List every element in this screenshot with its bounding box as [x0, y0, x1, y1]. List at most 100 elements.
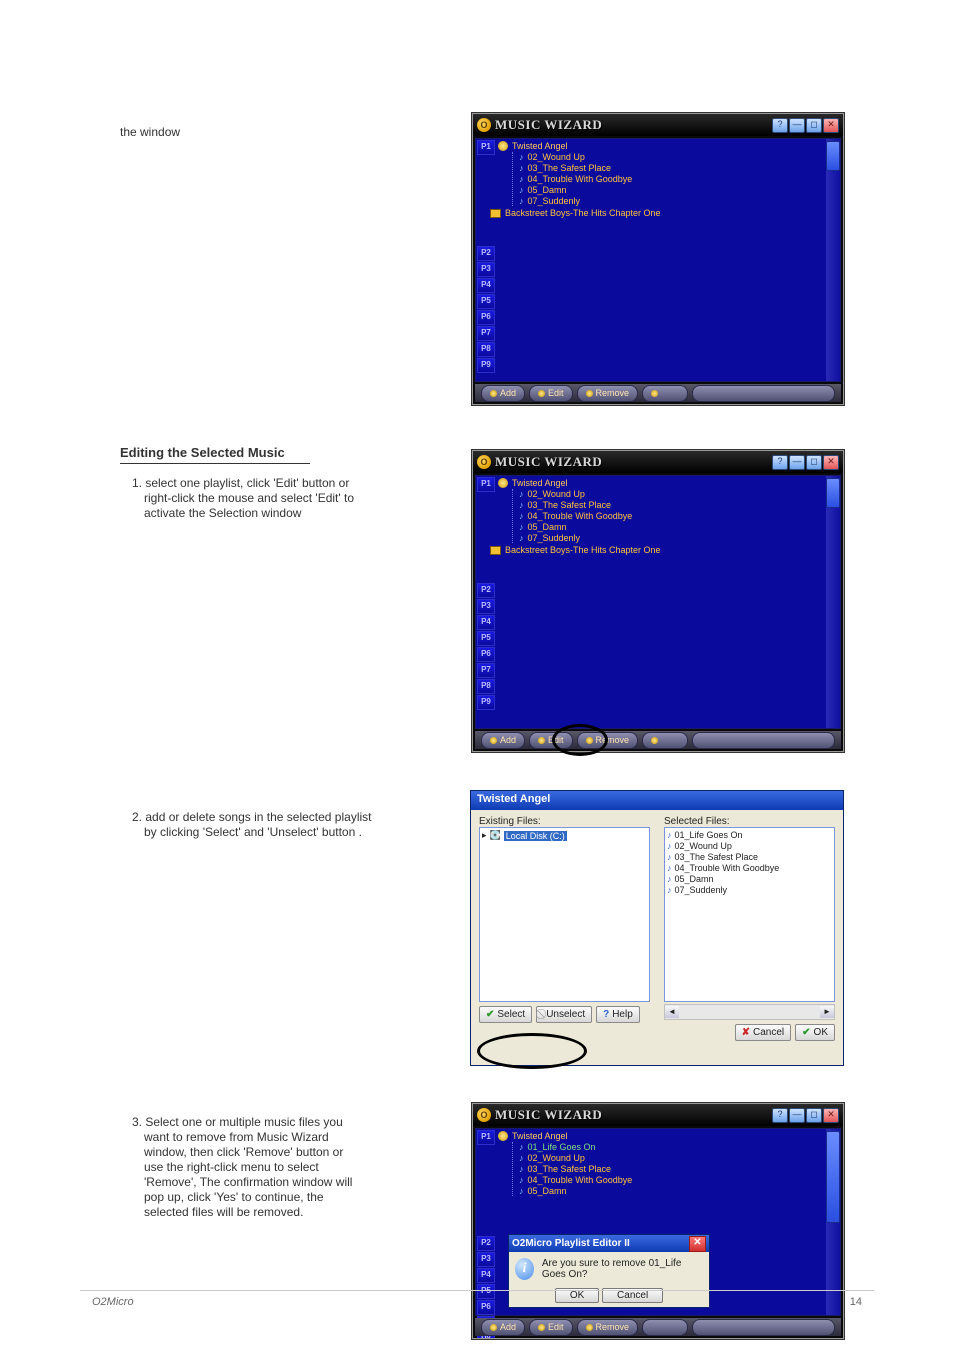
scrollbar[interactable]	[826, 1129, 840, 1315]
help-button[interactable]: ?	[772, 455, 788, 470]
slot-p5[interactable]: P5	[477, 294, 495, 309]
cancel-button[interactable]: ✘Cancel	[735, 1024, 792, 1041]
track-item[interactable]: ♪04_Trouble With Goodbye	[519, 511, 820, 521]
remove-button[interactable]: Remove	[577, 385, 639, 402]
ok-button[interactable]: ✔OK	[795, 1024, 835, 1041]
slot-p3[interactable]: P3	[477, 262, 495, 277]
minimize-button[interactable]: —	[789, 1108, 805, 1123]
add-button[interactable]: Add	[481, 1319, 525, 1336]
close-button[interactable]: ✕	[823, 118, 839, 133]
dot-icon	[651, 390, 658, 397]
h-scrollbar[interactable]: ◄ ►	[664, 1004, 835, 1020]
expand-icon[interactable]: ▸	[482, 830, 487, 841]
remove-button[interactable]: Remove	[577, 1319, 639, 1336]
other-album[interactable]: Backstreet Boys-The Hits Chapter One	[490, 545, 820, 555]
list-item[interactable]: ♪01_Life Goes On	[667, 830, 832, 840]
add-button[interactable]: Add	[481, 385, 525, 402]
edit-button[interactable]: Edit	[529, 732, 573, 749]
scrollbar-thumb[interactable]	[826, 1131, 840, 1223]
slot-p7[interactable]: P7	[477, 663, 495, 678]
note-icon: ♪	[519, 1175, 524, 1185]
track-item[interactable]: ♪03_The Safest Place	[519, 1164, 820, 1174]
track-label: 07_Suddenly	[528, 533, 581, 543]
remove-button[interactable]: Remove	[577, 732, 639, 749]
maximize-button[interactable]: ◻	[806, 118, 822, 133]
help-button[interactable]: ?Help	[596, 1006, 640, 1023]
edit-button[interactable]: Edit	[529, 385, 573, 402]
track-item[interactable]: ♪04_Trouble With Goodbye	[519, 1175, 820, 1185]
close-button[interactable]: ✕	[823, 1108, 839, 1123]
slot-p6[interactable]: P6	[477, 1300, 495, 1315]
note-icon: ♪	[519, 185, 524, 195]
toolbar: Add Edit Remove	[475, 384, 841, 402]
list-item[interactable]: ♪02_Wound Up	[667, 841, 832, 851]
slot-p7[interactable]: P7	[477, 326, 495, 341]
extra-button[interactable]	[642, 1319, 688, 1336]
slot-p5[interactable]: P5	[477, 1284, 495, 1299]
track-item[interactable]: ♪03_The Safest Place	[519, 163, 820, 173]
add-button[interactable]: Add	[481, 732, 525, 749]
track-item[interactable]: ♪02_Wound Up	[519, 489, 820, 499]
help-button[interactable]: ?	[772, 1108, 788, 1123]
track-item[interactable]: ♪07_Suddenly	[519, 196, 820, 206]
extra-button[interactable]	[642, 732, 688, 749]
close-button[interactable]: ✕	[823, 455, 839, 470]
slot-p1[interactable]: P1	[477, 140, 495, 155]
slot-p8[interactable]: P8	[477, 679, 495, 694]
maximize-button[interactable]: ◻	[806, 455, 822, 470]
scrollbar-thumb[interactable]	[826, 141, 840, 171]
track-item[interactable]: ♪05_Damn	[519, 185, 820, 195]
slot-p8[interactable]: P8	[477, 342, 495, 357]
list-item[interactable]: ♪03_The Safest Place	[667, 852, 832, 862]
slot-p4[interactable]: P4	[477, 615, 495, 630]
other-album[interactable]: Backstreet Boys-The Hits Chapter One	[490, 208, 820, 218]
playlist-root[interactable]: Twisted Angel	[498, 478, 820, 488]
slot-p5[interactable]: P5	[477, 631, 495, 646]
scrollbar[interactable]	[826, 139, 840, 381]
slot-p4[interactable]: P4	[477, 1268, 495, 1283]
slot-p9[interactable]: P9	[477, 695, 495, 710]
slot-p2[interactable]: P2	[477, 246, 495, 261]
edit-button[interactable]: Edit	[529, 1319, 573, 1336]
slot-p3[interactable]: P3	[477, 599, 495, 614]
slot-p1[interactable]: P1	[477, 1130, 495, 1145]
slot-p6[interactable]: P6	[477, 647, 495, 662]
scroll-left-icon[interactable]: ◄	[665, 1006, 679, 1018]
track-item[interactable]: ♪04_Trouble With Goodbye	[519, 174, 820, 184]
slot-p2[interactable]: P2	[477, 583, 495, 598]
slot-p4[interactable]: P4	[477, 278, 495, 293]
track-item[interactable]: ♪05_Damn	[519, 1186, 820, 1196]
slot-p9[interactable]: P9	[477, 358, 495, 373]
list-item[interactable]: ♪07_Suddenly	[667, 885, 832, 895]
list-item[interactable]: ♪05_Damn	[667, 874, 832, 884]
scrollbar-thumb[interactable]	[826, 478, 840, 508]
help-button[interactable]: ?	[772, 118, 788, 133]
track-item[interactable]: ♪02_Wound Up	[519, 152, 820, 162]
track-item[interactable]: ♪02_Wound Up	[519, 1153, 820, 1163]
track-item[interactable]: ♪03_The Safest Place	[519, 500, 820, 510]
slot-p6[interactable]: P6	[477, 310, 495, 325]
track-item-selected[interactable]: ♪01_Life Goes On	[519, 1142, 820, 1152]
minimize-button[interactable]: —	[789, 118, 805, 133]
list-item[interactable]: ♪04_Trouble With Goodbye	[667, 863, 832, 873]
unselect-button[interactable]: ⃠Unselect	[536, 1006, 592, 1023]
selected-files-pane[interactable]: ♪01_Life Goes On ♪02_Wound Up ♪03_The Sa…	[664, 827, 835, 1002]
slot-p1[interactable]: P1	[477, 477, 495, 492]
extra-button[interactable]	[642, 385, 688, 402]
track-item[interactable]: ♪07_Suddenly	[519, 533, 820, 543]
select-button[interactable]: ✔Select	[479, 1006, 532, 1023]
scrollbar[interactable]	[826, 476, 840, 728]
slot-p2[interactable]: P2	[477, 1236, 495, 1251]
scroll-right-icon[interactable]: ►	[820, 1006, 834, 1018]
minimize-button[interactable]: —	[789, 455, 805, 470]
dot-icon	[490, 1324, 497, 1331]
file-label: 07_Suddenly	[675, 885, 728, 895]
playlist-root[interactable]: Twisted Angel	[498, 141, 820, 151]
existing-files-pane[interactable]: ▸ 💽 Local Disk (C:)	[479, 827, 650, 1002]
track-item[interactable]: ♪05_Damn	[519, 522, 820, 532]
slot-p3[interactable]: P3	[477, 1252, 495, 1267]
drive-node[interactable]: ▸ 💽 Local Disk (C:)	[482, 830, 647, 841]
playlist-root[interactable]: Twisted Angel	[498, 1131, 820, 1141]
maximize-button[interactable]: ◻	[806, 1108, 822, 1123]
close-icon[interactable]: ✕	[689, 1236, 706, 1252]
